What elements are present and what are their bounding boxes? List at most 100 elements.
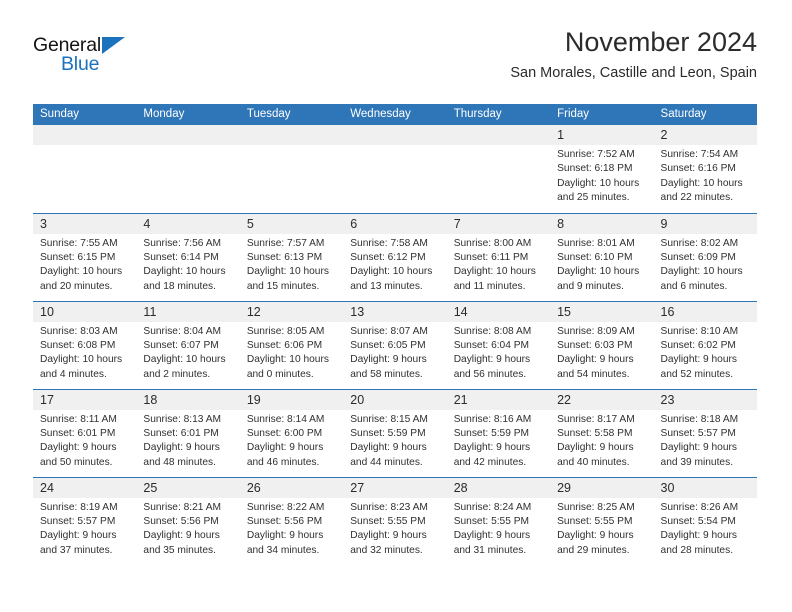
calendar-day-cell-empty	[343, 125, 447, 213]
day-number: 18	[136, 389, 240, 410]
day-number: 17	[33, 389, 137, 410]
daylight-text-line2: and 40 minutes.	[557, 456, 630, 468]
daylight-text-line1: Daylight: 9 hours	[557, 530, 634, 542]
calendar-page: General Blue November 2024 San Morales, …	[0, 0, 792, 612]
calendar-day-cell[interactable]: 9 Sunrise: 8:02 AM Sunset: 6:09 PM Daylight…	[653, 212, 757, 301]
day-number	[136, 125, 240, 145]
daylight-text-line2: and 44 minutes.	[350, 456, 423, 468]
sun-info: Sunrise: 8:22 AM Sunset: 5:56 PM Daylight:…	[240, 498, 343, 559]
calendar-week-row: 24 Sunrise: 8:19 AM Sunset: 5:57 PM Dayligh…	[33, 476, 757, 565]
day-number: 6	[343, 213, 447, 234]
sunrise-text: Sunrise: 8:04 AM	[143, 325, 222, 337]
sun-info: Sunrise: 8:16 AM Sunset: 5:59 PM Daylight:…	[447, 410, 550, 471]
title-block: November 2024 San Morales, Castille and …	[510, 26, 757, 82]
calendar-day-cell[interactable]: 3 Sunrise: 7:55 AM Sunset: 6:15 PM Daylight…	[33, 212, 137, 301]
daylight-text-line1: Daylight: 10 hours	[660, 177, 743, 189]
calendar-day-cell[interactable]: 8 Sunrise: 8:01 AM Sunset: 6:10 PM Daylight…	[550, 212, 654, 301]
sun-info: Sunrise: 8:10 AM Sunset: 6:02 PM Daylight:…	[654, 322, 757, 383]
sunrise-text: Sunrise: 8:03 AM	[40, 325, 118, 337]
sunset-text: Sunset: 5:59 PM	[453, 427, 530, 439]
calendar-day-cell[interactable]: 30 Sunrise: 8:26 AM Sunset: 5:54 PM Dayligh…	[653, 476, 757, 565]
calendar-day-cell[interactable]: 25 Sunrise: 8:21 AM Sunset: 5:56 PM Dayligh…	[136, 476, 240, 565]
calendar-day-cell[interactable]: 6 Sunrise: 7:58 AM Sunset: 6:12 PM Daylight…	[343, 212, 447, 301]
daylight-text-line2: and 50 minutes.	[40, 456, 113, 468]
daylight-text-line2: and 52 minutes.	[660, 368, 734, 380]
daylight-text-line1: Daylight: 9 hours	[40, 442, 117, 454]
daylight-text-line1: Daylight: 9 hours	[143, 530, 220, 542]
page-title: November 2024	[564, 27, 757, 57]
sunrise-text: Sunrise: 8:19 AM	[40, 501, 118, 513]
daylight-text-line1: Daylight: 10 hours	[453, 266, 536, 278]
sunset-text: Sunset: 5:56 PM	[246, 515, 323, 527]
calendar-day-cell[interactable]: 19 Sunrise: 8:14 AM Sunset: 6:00 PM Dayligh…	[239, 388, 344, 477]
calendar-day-cell[interactable]: 28 Sunrise: 8:24 AM Sunset: 5:55 PM Dayligh…	[446, 476, 551, 565]
sunrise-text: Sunrise: 8:15 AM	[350, 413, 428, 425]
day-number: 5	[239, 213, 344, 234]
calendar-day-cell[interactable]: 29 Sunrise: 8:25 AM Sunset: 5:55 PM Dayligh…	[550, 476, 654, 565]
triangle-icon	[102, 37, 125, 54]
calendar-day-cell[interactable]: 16 Sunrise: 8:10 AM Sunset: 6:02 PM Dayligh…	[653, 300, 757, 389]
calendar-day-cell[interactable]: 20 Sunrise: 8:15 AM Sunset: 5:59 PM Dayligh…	[343, 388, 447, 477]
sunrise-text: Sunrise: 8:26 AM	[660, 501, 739, 513]
daylight-text-line2: and 58 minutes.	[350, 368, 423, 380]
day-number: 7	[446, 213, 551, 234]
calendar-day-cell[interactable]: 5 Sunrise: 7:57 AM Sunset: 6:13 PM Daylight…	[239, 212, 344, 301]
calendar-day-cell[interactable]: 15 Sunrise: 8:09 AM Sunset: 6:03 PM Dayligh…	[550, 300, 654, 389]
calendar-day-cell[interactable]: 18 Sunrise: 8:13 AM Sunset: 6:01 PM Dayligh…	[136, 388, 240, 477]
calendar-day-cell[interactable]: 12 Sunrise: 8:05 AM Sunset: 6:06 PM Dayligh…	[239, 300, 344, 389]
calendar-day-cell[interactable]: 10 Sunrise: 8:03 AM Sunset: 6:08 PM Dayligh…	[33, 300, 137, 389]
day-number: 23	[653, 389, 757, 410]
calendar-day-cell[interactable]: 13 Sunrise: 8:07 AM Sunset: 6:05 PM Dayligh…	[343, 300, 447, 389]
sunrise-text: Sunrise: 8:18 AM	[660, 413, 739, 425]
daylight-text-line2: and 54 minutes.	[557, 368, 630, 380]
page-header: General Blue November 2024 San Morales, …	[0, 0, 792, 104]
day-number: 19	[239, 389, 344, 410]
day-number: 20	[343, 389, 447, 410]
day-number: 10	[33, 301, 137, 322]
calendar-day-cell[interactable]: 7 Sunrise: 8:00 AM Sunset: 6:11 PM Daylight…	[446, 212, 551, 301]
sunset-text: Sunset: 6:04 PM	[453, 339, 530, 351]
sun-info: Sunrise: 8:09 AM Sunset: 6:03 PM Daylight:…	[550, 322, 653, 383]
sun-info: Sunrise: 8:08 AM Sunset: 6:04 PM Daylight:…	[447, 322, 550, 383]
daylight-text-line1: Daylight: 9 hours	[246, 530, 324, 542]
sun-info: Sunrise: 8:00 AM Sunset: 6:11 PM Daylight:…	[447, 234, 550, 295]
calendar-table: Sunday Monday Tuesday Wednesday Thursday…	[33, 104, 757, 565]
weekday-header-monday: Monday	[136, 104, 240, 125]
calendar-day-cell[interactable]: 22 Sunrise: 8:17 AM Sunset: 5:58 PM Dayligh…	[550, 388, 654, 477]
sunset-text: Sunset: 6:11 PM	[453, 251, 529, 263]
sunset-text: Sunset: 5:56 PM	[143, 515, 219, 527]
daylight-text-line2: and 13 minutes.	[350, 280, 423, 292]
sunset-text: Sunset: 6:10 PM	[557, 251, 633, 263]
daylight-text-line2: and 48 minutes.	[143, 456, 216, 468]
daylight-text-line1: Daylight: 9 hours	[143, 442, 220, 454]
day-number: 15	[550, 301, 654, 322]
sun-info: Sunrise: 8:17 AM Sunset: 5:58 PM Daylight:…	[550, 410, 653, 471]
calendar-day-cell[interactable]: 21 Sunrise: 8:16 AM Sunset: 5:59 PM Dayligh…	[446, 388, 551, 477]
calendar-day-cell[interactable]: 27 Sunrise: 8:23 AM Sunset: 5:55 PM Dayligh…	[343, 476, 447, 565]
calendar-week-row: 3 Sunrise: 7:55 AM Sunset: 6:15 PM Daylight…	[33, 212, 757, 301]
calendar-day-cell[interactable]: 26 Sunrise: 8:22 AM Sunset: 5:56 PM Dayligh…	[239, 476, 344, 565]
sun-info: Sunrise: 8:26 AM Sunset: 5:54 PM Daylight:…	[654, 498, 757, 559]
day-number: 29	[550, 477, 654, 498]
calendar-week-row: 17 Sunrise: 8:11 AM Sunset: 6:01 PM Dayligh…	[33, 388, 757, 477]
sunset-text: Sunset: 6:14 PM	[143, 251, 219, 263]
day-number: 25	[136, 477, 240, 498]
calendar-day-cell[interactable]: 24 Sunrise: 8:19 AM Sunset: 5:57 PM Dayligh…	[33, 476, 137, 565]
sun-info: Sunrise: 8:23 AM Sunset: 5:55 PM Daylight:…	[343, 498, 446, 559]
daylight-text-line1: Daylight: 10 hours	[246, 354, 329, 366]
calendar-day-cell[interactable]: 1 Sunrise: 7:52 AM Sunset: 6:18 PM Daylight…	[550, 125, 654, 213]
calendar-day-cell[interactable]: 17 Sunrise: 8:11 AM Sunset: 6:01 PM Dayligh…	[33, 388, 137, 477]
daylight-text-line2: and 22 minutes.	[660, 192, 734, 204]
calendar-day-cell[interactable]: 14 Sunrise: 8:08 AM Sunset: 6:04 PM Dayligh…	[446, 300, 551, 389]
daylight-text-line2: and 37 minutes.	[40, 544, 113, 556]
sun-info: Sunrise: 8:15 AM Sunset: 5:59 PM Daylight:…	[343, 410, 446, 471]
calendar-day-cell[interactable]: 2 Sunrise: 7:54 AM Sunset: 6:16 PM Daylight…	[653, 125, 757, 213]
daylight-text-line2: and 11 minutes.	[453, 280, 526, 292]
calendar-day-cell[interactable]: 4 Sunrise: 7:56 AM Sunset: 6:14 PM Daylight…	[136, 212, 240, 301]
calendar-day-cell[interactable]: 11 Sunrise: 8:04 AM Sunset: 6:07 PM Dayligh…	[136, 300, 240, 389]
calendar-day-cell[interactable]: 23 Sunrise: 8:18 AM Sunset: 5:57 PM Dayligh…	[653, 388, 757, 477]
daylight-text-line2: and 46 minutes.	[246, 456, 320, 468]
sunrise-text: Sunrise: 7:56 AM	[143, 237, 222, 249]
day-number: 1	[550, 125, 654, 145]
sunset-text: Sunset: 5:55 PM	[557, 515, 633, 527]
